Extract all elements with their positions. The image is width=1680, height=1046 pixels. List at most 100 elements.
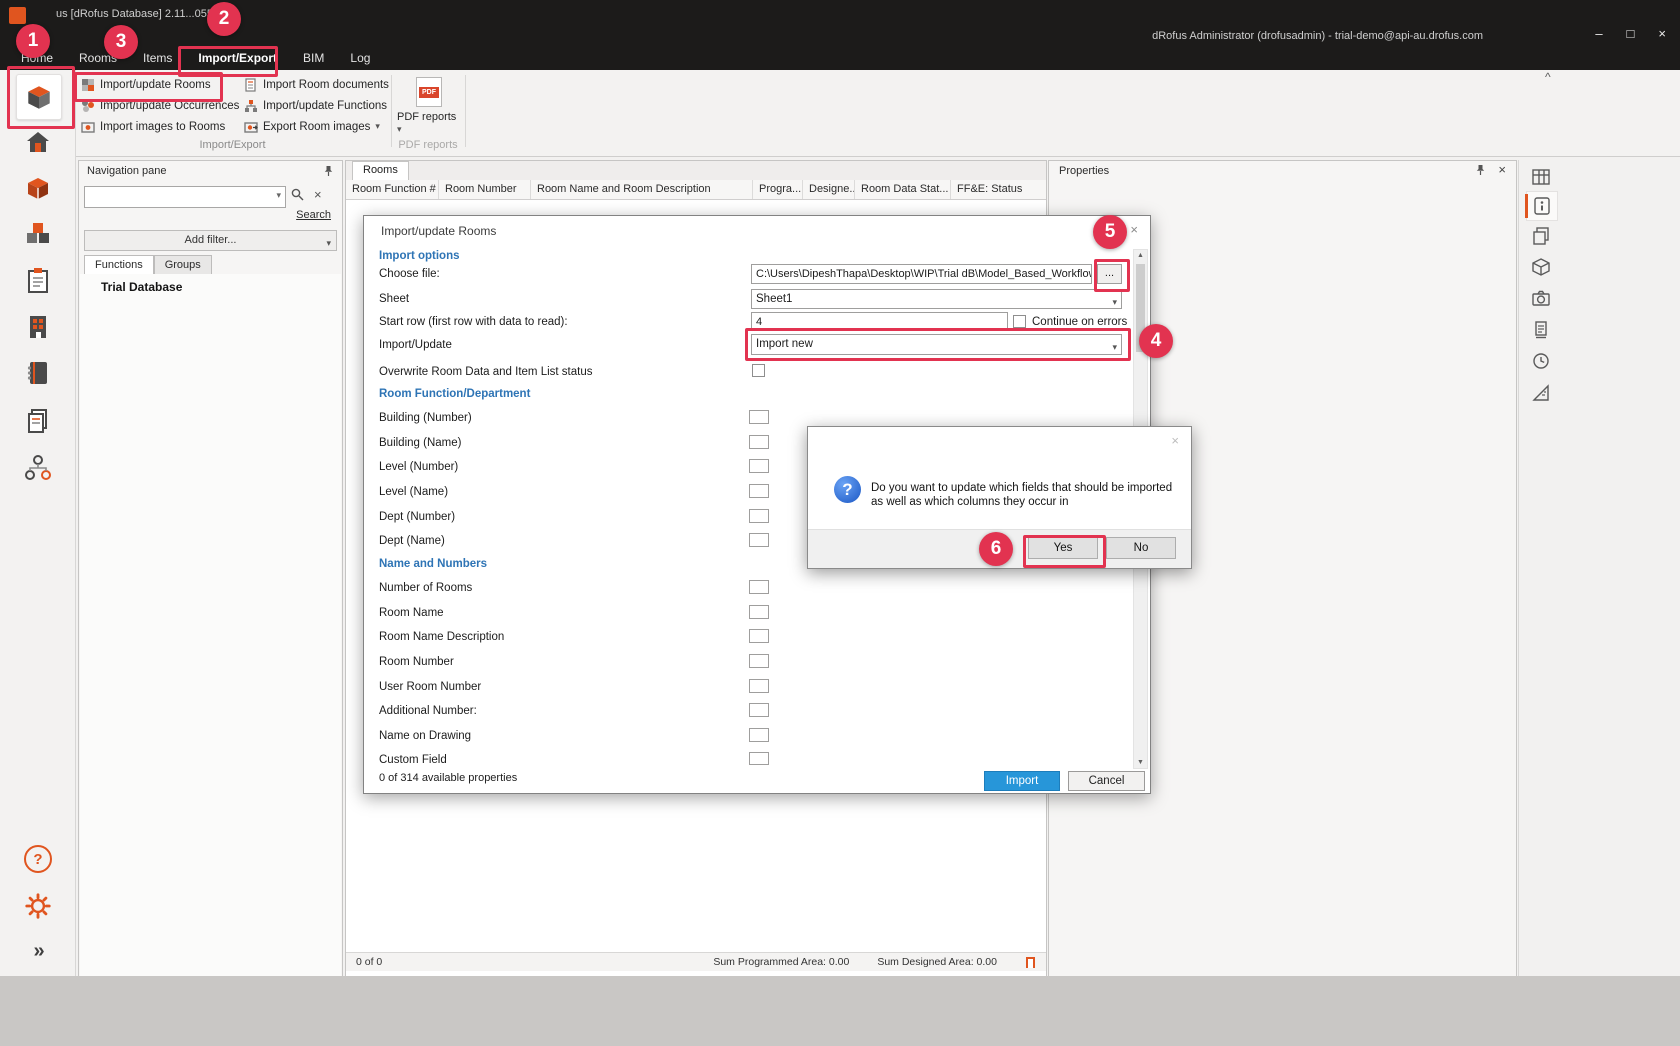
module-responsibilities-button[interactable] <box>16 446 60 490</box>
add-filter-dropdown[interactable]: Add filter... ▾ <box>84 230 337 251</box>
expand-module-bar-button[interactable]: » <box>16 929 60 973</box>
tab-bim[interactable]: BIM <box>290 47 337 70</box>
import-button[interactable]: Import <box>984 771 1060 791</box>
search-link[interactable]: Search <box>79 209 331 221</box>
close-button[interactable]: × <box>1658 26 1666 41</box>
column-ffe-status[interactable]: FF&E: Status <box>951 180 1036 199</box>
continue-on-errors-checkbox[interactable] <box>1013 315 1026 328</box>
column-input[interactable] <box>749 728 769 742</box>
start-row-label: Start row (first row with data to read): <box>379 312 568 332</box>
dept-name-label: Dept (Name) <box>379 535 445 547</box>
dept-number-label: Dept (Number) <box>379 511 455 523</box>
column-input[interactable] <box>749 509 769 523</box>
module-items-button[interactable] <box>16 166 60 210</box>
import-images-to-rooms-button[interactable]: Import images to Rooms <box>77 116 229 137</box>
history-panel-button[interactable] <box>1526 347 1556 375</box>
pin-icon[interactable] <box>323 165 334 177</box>
room-icon <box>24 82 54 112</box>
name-on-drawing-label: Name on Drawing <box>379 730 471 742</box>
module-catalog-button[interactable] <box>16 351 60 395</box>
import-update-rooms-button[interactable]: Import/update Rooms <box>77 74 215 95</box>
column-input[interactable] <box>749 679 769 693</box>
info-panel-button[interactable] <box>1526 191 1558 221</box>
images-panel-button[interactable] <box>1526 284 1556 312</box>
column-input[interactable] <box>749 654 769 668</box>
boxes-icon <box>24 220 52 248</box>
browse-button[interactable]: ... <box>1097 264 1122 284</box>
pdf-reports-button[interactable]: PDF PDF reports ▾ <box>397 74 461 136</box>
column-input[interactable] <box>749 435 769 449</box>
column-programmed[interactable]: Progra... <box>753 180 803 199</box>
scroll-down-icon[interactable]: ▼ <box>1134 759 1147 766</box>
pin-icon[interactable] <box>1475 164 1486 176</box>
navigation-tree: Trial Database <box>80 274 341 976</box>
continue-on-errors-label: Continue on errors <box>1032 312 1127 332</box>
column-room-function[interactable]: Room Function # <box>346 180 439 199</box>
model-panel-button[interactable] <box>1526 253 1556 281</box>
property-row: Building (Name) <box>379 434 461 452</box>
maximize-button[interactable]: □ <box>1627 26 1635 41</box>
overwrite-checkbox[interactable] <box>752 364 765 377</box>
export-room-images-button[interactable]: Export Room images ▾ <box>240 116 384 137</box>
import-room-documents-button[interactable]: Import Room documents <box>240 74 393 95</box>
collapse-ribbon-button[interactable]: ^ <box>1545 70 1551 84</box>
double-chevron-icon: » <box>33 940 42 963</box>
module-room-list-button[interactable] <box>16 120 60 164</box>
module-documents-button[interactable] <box>16 399 60 443</box>
column-room-data-status[interactable]: Room Data Stat... <box>855 180 951 199</box>
info-icon <box>1532 196 1552 216</box>
sheet-dropdown[interactable]: Sheet1 ▾ <box>751 289 1122 309</box>
column-room-name[interactable]: Room Name and Room Description <box>531 180 753 199</box>
start-row-input[interactable]: 4 <box>751 312 1008 331</box>
tree-root-trial-database[interactable]: Trial Database <box>101 280 182 294</box>
cancel-button[interactable]: Cancel <box>1068 771 1145 791</box>
tab-items[interactable]: Items <box>130 47 185 70</box>
tab-functions[interactable]: Functions <box>84 255 154 275</box>
module-bar: ? » <box>0 70 76 976</box>
import-update-functions-button[interactable]: Import/update Functions <box>240 95 391 116</box>
help-button[interactable]: ? <box>16 837 60 881</box>
column-input[interactable] <box>749 629 769 643</box>
table-view-button[interactable] <box>1526 163 1556 191</box>
column-input[interactable] <box>749 533 769 547</box>
module-room-data-button[interactable] <box>16 259 60 303</box>
navigation-search-input[interactable]: ▾ <box>84 186 286 208</box>
module-rooms-button[interactable] <box>16 74 62 120</box>
close-dialog-icon[interactable]: × <box>1171 433 1179 448</box>
tab-groups[interactable]: Groups <box>154 255 212 275</box>
cube-icon <box>1531 257 1551 277</box>
clear-search-icon[interactable]: × <box>314 189 322 201</box>
column-room-number[interactable]: Room Number <box>439 180 531 199</box>
column-designed[interactable]: Designe... <box>803 180 855 199</box>
column-input[interactable] <box>749 580 769 594</box>
measure-panel-button[interactable] <box>1526 379 1556 407</box>
close-panel-icon[interactable]: × <box>1498 164 1506 176</box>
minimize-button[interactable]: – <box>1595 26 1602 41</box>
chevron-down-icon[interactable]: ▾ <box>276 190 281 201</box>
column-input[interactable] <box>749 752 769 765</box>
scroll-up-icon[interactable]: ▲ <box>1134 252 1147 259</box>
column-input[interactable] <box>749 605 769 619</box>
yes-button[interactable]: Yes <box>1028 537 1098 559</box>
search-icon[interactable] <box>291 188 304 201</box>
message-text: Do you want to update which fields that … <box>871 481 1172 509</box>
copies-panel-button[interactable] <box>1526 222 1556 250</box>
import-update-dropdown[interactable]: Import new ▾ <box>751 334 1122 355</box>
documents-panel-button[interactable] <box>1526 316 1556 344</box>
column-input[interactable] <box>749 703 769 717</box>
column-input[interactable] <box>749 459 769 473</box>
choose-file-input[interactable]: C:\Users\DipeshThapa\Desktop\WIP\Trial d… <box>751 264 1092 284</box>
tab-log[interactable]: Log <box>337 47 383 70</box>
module-buildings-button[interactable] <box>16 305 60 349</box>
close-dialog-icon[interactable]: × <box>1130 222 1138 237</box>
no-button[interactable]: No <box>1106 537 1176 559</box>
module-occurrences-button[interactable] <box>16 212 60 256</box>
building-number-label: Building (Number) <box>379 412 472 424</box>
import-update-occurrences-button[interactable]: Import/update Occurrences <box>77 95 243 116</box>
annotation-3: 3 <box>104 25 138 59</box>
column-input[interactable] <box>749 410 769 424</box>
tab-import-export[interactable]: Import/Export <box>185 47 290 70</box>
settings-button[interactable] <box>16 884 60 928</box>
column-input[interactable] <box>749 484 769 498</box>
tab-rooms-document[interactable]: Rooms <box>352 161 409 182</box>
